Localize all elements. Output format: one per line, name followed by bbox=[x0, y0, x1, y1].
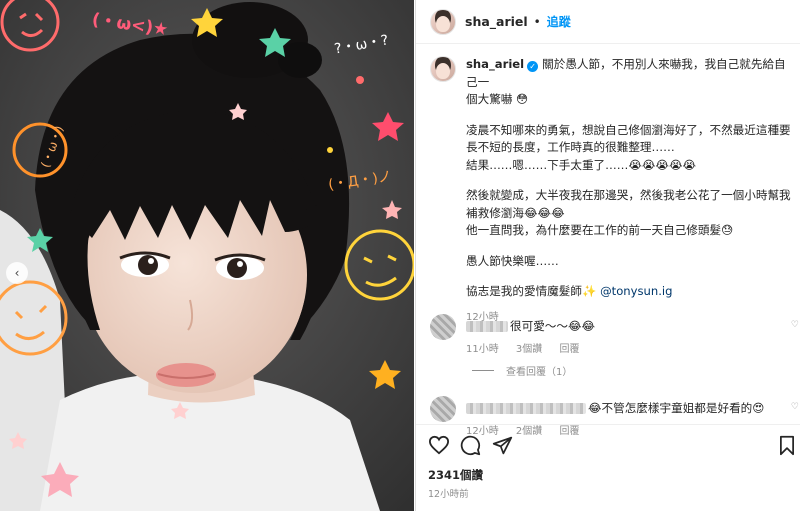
comment-time[interactable]: 11小時 bbox=[466, 344, 499, 355]
comment-icon[interactable] bbox=[460, 435, 481, 460]
blurred-username[interactable] bbox=[466, 402, 586, 414]
comment-likes[interactable]: 3個讚 bbox=[516, 344, 542, 355]
view-replies-button[interactable]: 查看回覆（1） bbox=[472, 363, 572, 378]
caption-line: 他一直問我，為什麼要在工作的前一天自己修頭髮😓 bbox=[466, 223, 734, 237]
verified-icon: ✓ bbox=[527, 61, 539, 72]
caption-line: 結果……嗯……下手太重了……😭😭😭😭😭 bbox=[466, 157, 697, 172]
comment-text: 😂不管怎麼樣宇童姐都是好看的😍 bbox=[588, 401, 765, 415]
bookmark-icon[interactable] bbox=[778, 435, 796, 460]
caption-line: 然後就變成，大半夜我在那邊哭，然後我老公花了一個小時幫我 bbox=[466, 188, 791, 202]
comment-text: 很可愛～～😂😂 bbox=[510, 319, 596, 333]
caption: sha_ariel ✓ 關於愚人節，不用別人來嚇我，我自己就先給自己一 個大驚嚇 😳… bbox=[416, 56, 800, 326]
post-timestamp[interactable]: 12小時前 bbox=[428, 486, 469, 500]
username[interactable]: sha_ariel bbox=[465, 14, 528, 29]
small-heart-icon[interactable]: ♡ bbox=[791, 320, 799, 330]
caption-line: 協志是我的愛情魔髮師✨ bbox=[466, 284, 597, 298]
caption-line: 凌晨不知哪來的勇氣，想說自己修個瀏海好了，不然最近這種要 bbox=[466, 122, 791, 137]
mention-link[interactable]: @tonysun.ig bbox=[600, 284, 672, 298]
view-replies-label: 查看回覆（1） bbox=[506, 367, 573, 378]
post-header: sha_ariel • 追蹤 bbox=[416, 0, 800, 44]
caption-line: 長不短的長度，工作時真的很難整理…… bbox=[466, 140, 675, 154]
heart-icon[interactable] bbox=[428, 435, 450, 459]
caption-line: 愚人節快樂喔…… bbox=[466, 253, 559, 268]
small-heart-icon[interactable]: ♡ bbox=[791, 402, 799, 412]
share-icon[interactable] bbox=[492, 435, 513, 460]
divider bbox=[472, 370, 494, 371]
caption-username[interactable]: sha_ariel bbox=[466, 57, 524, 71]
like-count[interactable]: 2341個讚 bbox=[428, 467, 483, 483]
caption-line: 補救修瀏海😂😂😂 bbox=[466, 205, 565, 220]
avatar[interactable] bbox=[430, 56, 456, 82]
caption-body: sha_ariel ✓ 關於愚人節，不用別人來嚇我，我自己就先給自己一 個大驚嚇 😳… bbox=[466, 56, 796, 326]
reply-button[interactable]: 回覆 bbox=[559, 344, 579, 355]
post-photo[interactable]: (・ω<)★ ?・ω・? (・Д・)ノ (・ω・) ‹ bbox=[0, 0, 414, 511]
avatar[interactable] bbox=[430, 8, 456, 35]
avatar[interactable] bbox=[430, 314, 456, 340]
post-details: sha_ariel • 追蹤 sha_ariel ✓ 關於愚人節，不用別人來嚇我，我… bbox=[415, 0, 800, 511]
blurred-username[interactable] bbox=[466, 320, 508, 332]
selfie-image bbox=[0, 0, 414, 511]
separator-dot: • bbox=[533, 14, 541, 29]
action-bar bbox=[416, 424, 800, 462]
caption-line: 個大驚嚇 😳 bbox=[466, 92, 529, 106]
chevron-left-icon[interactable]: ‹ bbox=[6, 262, 28, 284]
follow-button[interactable]: 追蹤 bbox=[547, 13, 571, 30]
avatar[interactable] bbox=[430, 396, 456, 422]
